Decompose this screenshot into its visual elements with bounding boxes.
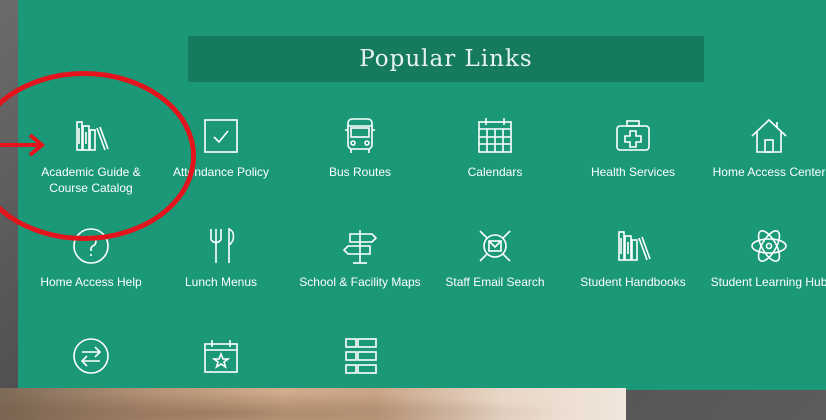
calendar-star-icon [201,336,241,376]
background-photo [0,388,626,420]
link-attendance-policy[interactable]: Attendance Policy [156,116,286,180]
link-student-learning-hub[interactable]: Student Learning Hub [704,226,826,290]
link-label: Lunch Menus [184,275,258,289]
bus-icon [340,116,380,156]
link-home-access-help[interactable]: Home Access Help [26,226,156,290]
link-label: Bus Routes [328,165,392,179]
fork-knife-icon [201,226,241,266]
link-label: Student Handbooks [580,275,686,289]
link-label: Health Services [590,165,676,179]
link-bus-routes[interactable]: Bus Routes [295,116,425,180]
calendar-icon [475,116,515,156]
link-lunch-menus[interactable]: Lunch Menus [156,226,286,290]
email-search-icon [475,226,515,266]
link-home-access-center[interactable]: Home Access Center [704,116,826,180]
books-icon [71,116,111,156]
popular-links-panel: Popular Links Academic Guide & Course Ca… [18,0,826,390]
link-calendars[interactable]: Calendars [430,116,560,180]
exchange-arrows-icon [71,336,111,376]
link-calendar-star[interactable] [156,336,286,384]
atom-icon [749,226,789,266]
link-label: Academic Guide & Course Catalog [41,165,141,195]
link-health-services[interactable]: Health Services [568,116,698,180]
link-list-grid[interactable] [295,336,425,384]
link-label: Student Learning Hub [710,275,826,289]
link-staff-email-search[interactable]: Staff Email Search [430,226,560,290]
annotation-arrow-icon [0,133,46,157]
signpost-icon [340,226,380,266]
house-icon [749,116,789,156]
link-label: Home Access Center [712,165,826,179]
link-label: Calendars [467,165,523,179]
link-label: School & Facility Maps [299,275,421,289]
link-label: Staff Email Search [445,275,545,289]
first-aid-kit-icon [613,116,653,156]
list-grid-icon [340,336,380,376]
checkbox-icon [201,116,241,156]
link-exchange[interactable] [26,336,156,384]
link-label: Attendance Policy [172,165,270,179]
books-icon [613,226,653,266]
link-school-facility-maps[interactable]: School & Facility Maps [295,226,425,290]
link-label: Home Access Help [40,275,142,289]
section-title: Popular Links [188,36,704,82]
link-student-handbooks[interactable]: Student Handbooks [568,226,698,290]
question-icon [71,226,111,266]
